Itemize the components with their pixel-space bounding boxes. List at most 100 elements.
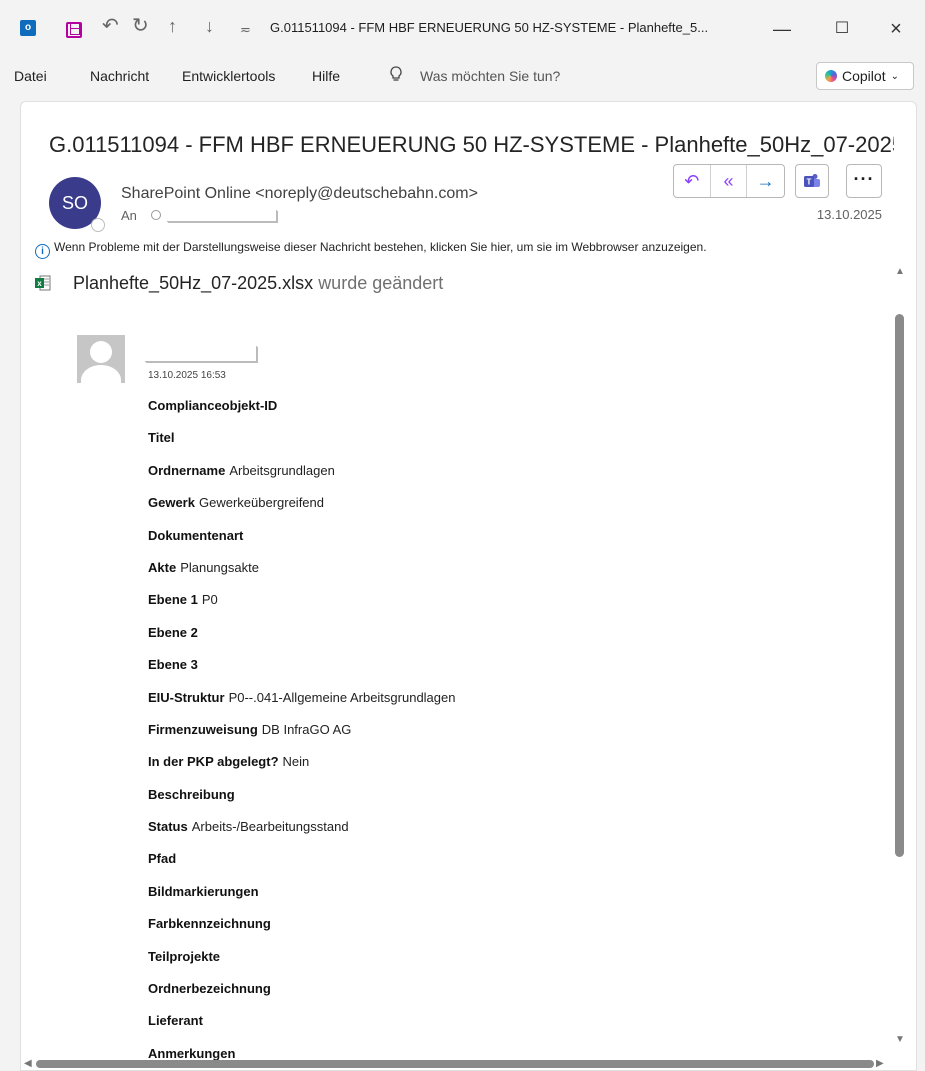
scroll-right-icon[interactable]: ▶ xyxy=(876,1058,884,1069)
reply-all-icon[interactable]: « xyxy=(711,165,748,197)
horizontal-scrollbar[interactable]: ◀ ▶ xyxy=(20,1056,917,1071)
property-key: Gewerk xyxy=(148,495,195,511)
property-row: Bildmarkierungen xyxy=(148,876,455,908)
more-icon[interactable]: ··· xyxy=(846,164,882,198)
presence-status-icon xyxy=(91,218,105,232)
horizontal-scroll-thumb[interactable] xyxy=(36,1060,874,1068)
tell-me-search[interactable]: Was möchten Sie tun? xyxy=(420,68,560,84)
property-key: Firmenzuweisung xyxy=(148,721,258,737)
property-value: P0 xyxy=(201,592,218,608)
teams-icon[interactable]: T xyxy=(795,164,829,198)
property-key: Lieferant xyxy=(148,1013,203,1029)
property-value: Gewerkeübergreifend xyxy=(198,495,325,511)
next-item-icon[interactable]: ↓ xyxy=(205,14,214,38)
property-row: In der PKP abgelegt? Nein xyxy=(148,746,455,778)
property-key: Bildmarkierungen xyxy=(148,883,259,899)
menu-entwicklertools[interactable]: Entwicklertools xyxy=(182,68,275,84)
property-row: Beschreibung xyxy=(148,779,455,811)
reading-pane: G.011511094 - FFM HBF ERNEUERUNG 50 HZ-S… xyxy=(20,101,917,1071)
vertical-scrollbar[interactable]: ▲ ▼ xyxy=(888,262,912,1052)
property-row: Ebene 3 xyxy=(148,649,455,681)
title-bar: o ↶ ↻ ↑ ↓ ≂ G.011511094 - FFM HBF ERNEUE… xyxy=(0,0,925,56)
reply-icon[interactable]: ↶ xyxy=(674,165,711,197)
property-key: Akte xyxy=(148,559,177,575)
info-bar[interactable]: i Wenn Probleme mit der Darstellungsweise… xyxy=(35,240,707,259)
property-row: EIU-Struktur P0--.041-Allgemeine Arbeitsg… xyxy=(148,682,455,714)
property-key: Teilprojekte xyxy=(148,948,221,964)
menu-datei[interactable]: Datei xyxy=(14,68,47,84)
window-title: G.011511094 - FFM HBF ERNEUERUNG 50 HZ-S… xyxy=(270,20,709,35)
info-text[interactable]: Wenn Probleme mit der Darstellungsweise … xyxy=(54,240,707,254)
property-key: In der PKP abgelegt? xyxy=(148,754,279,770)
property-key: Ebene 3 xyxy=(148,657,198,673)
property-value: Arbeitsgrundlagen xyxy=(229,462,335,478)
scroll-up-icon[interactable]: ▲ xyxy=(895,266,905,277)
property-key: EIU-Struktur xyxy=(148,689,225,705)
property-key: Complianceobjekt-ID xyxy=(148,398,278,413)
property-row: Farbkennzeichnung xyxy=(148,908,455,940)
close-icon[interactable]: × xyxy=(876,14,916,44)
recipient-redacted[interactable] xyxy=(167,210,277,222)
forward-icon[interactable]: → xyxy=(747,165,784,197)
sender-name[interactable]: SharePoint Online <noreply@deutschebahn.… xyxy=(121,185,478,203)
copilot-button[interactable]: Copilot ⌄ xyxy=(816,62,914,90)
scroll-down-icon[interactable]: ▼ xyxy=(895,1034,905,1045)
maximize-icon[interactable]: ☐ xyxy=(822,14,862,44)
copilot-icon xyxy=(825,70,837,82)
lightbulb-icon xyxy=(390,66,402,81)
outlook-app-icon: o xyxy=(20,20,40,36)
property-row: Pfad xyxy=(148,843,455,875)
menu-bar: Datei Nachricht Entwicklertools Hilfe Wa… xyxy=(0,56,925,96)
property-row: Titel xyxy=(148,422,455,454)
property-key: Titel xyxy=(148,430,175,446)
editor-name-redacted xyxy=(145,346,257,362)
user-placeholder-avatar xyxy=(77,335,125,383)
info-icon: i xyxy=(35,244,50,259)
quick-access-dropdown-icon[interactable]: ≂ xyxy=(240,18,251,42)
recipient-presence-icon xyxy=(151,210,161,220)
previous-item-icon[interactable]: ↑ xyxy=(168,14,177,38)
property-row: Akte Planungsakte xyxy=(148,552,455,584)
property-value: Planungsakte xyxy=(180,559,259,575)
property-value: Nein xyxy=(282,754,310,770)
property-value: P0--.041-Allgemeine Arbeitsgrundlagen xyxy=(228,689,456,705)
property-key: Beschreibung xyxy=(148,786,235,802)
redo-icon[interactable]: ↻ xyxy=(132,14,149,38)
property-row: Teilprojekte xyxy=(148,941,455,973)
to-label: An xyxy=(121,208,137,223)
mail-date: 13.10.2025 xyxy=(816,207,882,222)
property-key: Ordnername xyxy=(148,462,226,478)
minimize-icon[interactable]: — xyxy=(762,14,802,44)
property-row: Firmenzuweisung DB InfraGO AG xyxy=(148,714,455,746)
save-icon[interactable] xyxy=(66,22,82,38)
property-key: Ebene 2 xyxy=(148,624,198,640)
property-key: Dokumentenart xyxy=(148,527,244,543)
menu-nachricht[interactable]: Nachricht xyxy=(90,68,149,84)
svg-text:T: T xyxy=(807,178,812,187)
property-value: DB InfraGO AG xyxy=(261,721,352,737)
property-row: Lieferant xyxy=(148,1005,455,1037)
mail-subject: G.011511094 - FFM HBF ERNEUERUNG 50 HZ-S… xyxy=(49,132,894,157)
excel-file-icon: x xyxy=(35,275,51,291)
property-row: Ebene 1 P0 xyxy=(148,584,455,616)
file-change-line: Planhefte_50Hz_07-2025.xlsx wurde geände… xyxy=(73,273,443,294)
reply-action-group: ↶ « → xyxy=(673,164,785,198)
file-name-link[interactable]: Planhefte_50Hz_07-2025.xlsx xyxy=(73,273,313,293)
property-key: Status xyxy=(148,819,188,835)
property-row: Dokumentenart xyxy=(148,520,455,552)
undo-icon[interactable]: ↶ xyxy=(102,14,119,38)
svg-text:x: x xyxy=(37,279,42,288)
property-key: Farbkennzeichnung xyxy=(148,916,271,932)
property-key: Ebene 1 xyxy=(148,592,198,608)
menu-hilfe[interactable]: Hilfe xyxy=(312,68,340,84)
file-status: wurde geändert xyxy=(318,273,444,293)
vertical-scroll-thumb[interactable] xyxy=(895,314,904,857)
copilot-label: Copilot xyxy=(842,68,886,84)
property-row: Status Arbeits-/Bearbeitungsstand xyxy=(148,811,455,843)
property-row: Ebene 2 xyxy=(148,617,455,649)
property-row: Gewerk Gewerkeübergreifend xyxy=(148,487,455,519)
property-row: Ordnername Arbeitsgrundlagen xyxy=(148,455,455,487)
chevron-down-icon: ⌄ xyxy=(890,70,899,82)
scroll-left-icon[interactable]: ◀ xyxy=(24,1058,32,1069)
property-key: Pfad xyxy=(148,851,177,867)
